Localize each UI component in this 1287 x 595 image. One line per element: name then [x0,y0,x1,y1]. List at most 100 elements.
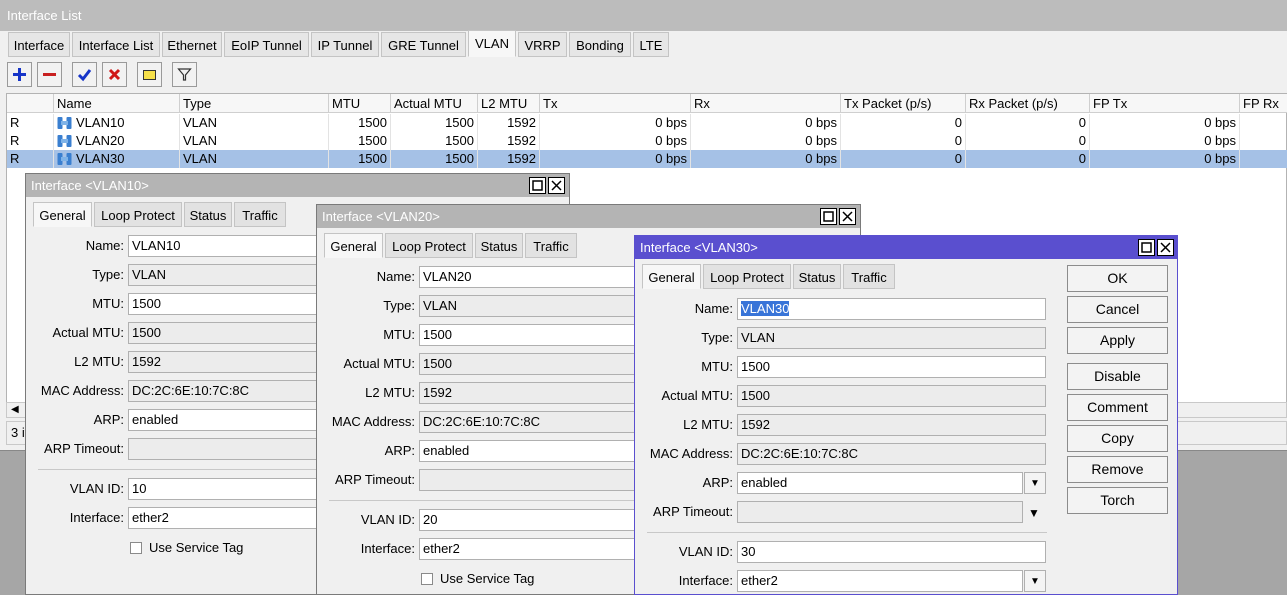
cell-rx: 0 bps [691,150,841,168]
cell-fp-tx: 0 bps [1090,150,1240,168]
dialog-tab-loop-protect[interactable]: Loop Protect [385,233,473,258]
vlan-id-label: VLAN ID: [678,544,733,559]
dialog-tab-traffic[interactable]: Traffic [525,233,577,258]
name-field[interactable]: VLAN30 [737,298,1046,320]
interface-label: Interface: [69,510,124,525]
filter-icon [177,68,192,81]
use-service-tag-label: Use Service Tag [149,540,244,555]
column-header-mtu[interactable]: MTU [329,94,391,113]
arp-timeout-label: ARP Timeout: [44,441,124,456]
column-header-name[interactable]: Name [54,94,180,113]
maximize-icon [823,211,834,222]
dialog-title: Interface <VLAN20> [317,205,860,228]
torch-button[interactable]: Torch [1067,487,1168,514]
dialog-tab-general[interactable]: General [642,264,701,289]
dialog-tab-loop-protect[interactable]: Loop Protect [703,264,791,289]
column-header-rx-packet[interactable]: Rx Packet (p/s) [966,94,1090,113]
ok-button[interactable]: OK [1067,265,1168,292]
window-title: Interface List [0,0,1287,31]
close-button[interactable] [1157,239,1174,256]
tab-gre-tunnel[interactable]: GRE Tunnel [381,32,466,57]
use-service-tag-checkbox[interactable] [130,542,142,554]
divider [647,532,1047,533]
l2-mtu-field: 1592 [737,414,1046,436]
arp-label: ARP: [384,443,415,458]
vlan-interface-icon [57,135,72,147]
enable-icon [77,69,92,82]
close-icon [551,180,562,191]
cell-l2-mtu: 1592 [478,132,540,150]
dialog-tab-general[interactable]: General [324,233,383,258]
dialog-tab-status[interactable]: Status [475,233,523,258]
tab-bonding[interactable]: Bonding [569,32,631,57]
interface-label: Interface: [360,541,415,556]
table-row[interactable]: R VLAN10 VLAN 1500 1500 1592 0 bps 0 bps… [7,114,1287,132]
dialog-tab-traffic[interactable]: Traffic [843,264,895,289]
column-header-type[interactable]: Type [180,94,329,113]
vlan-id-field[interactable]: 30 [737,541,1046,563]
interface-label: Interface: [678,573,733,588]
table-row-selected[interactable]: R VLAN30 VLAN 1500 1500 1592 0 bps 0 bps… [7,150,1287,168]
use-service-tag-checkbox[interactable] [421,573,433,585]
dialog-tab-status[interactable]: Status [184,202,232,227]
tab-ip-tunnel[interactable]: IP Tunnel [311,32,379,57]
add-button[interactable] [7,62,32,87]
cell-tx-packet: 0 [841,114,966,132]
cell-tx: 0 bps [540,132,691,150]
cancel-button[interactable]: Cancel [1067,296,1168,323]
apply-button[interactable]: Apply [1067,327,1168,354]
column-header-l2-mtu[interactable]: L2 MTU [478,94,540,113]
column-header-rx[interactable]: Rx [691,94,841,113]
column-header-actual-mtu[interactable]: Actual MTU [391,94,478,113]
tab-lte[interactable]: LTE [633,32,669,57]
column-header-fp-tx[interactable]: FP Tx [1090,94,1240,113]
tab-vrrp[interactable]: VRRP [518,32,567,57]
tab-eoip-tunnel[interactable]: EoIP Tunnel [224,32,309,57]
cell-name-text: VLAN20 [76,133,125,148]
cell-rx: 0 bps [691,114,841,132]
tab-ethernet[interactable]: Ethernet [162,32,222,57]
cell-name-text: VLAN30 [76,151,125,166]
cell-fp-tx: 0 bps [1090,132,1240,150]
table-row[interactable]: R VLAN20 VLAN 1500 1500 1592 0 bps 0 bps… [7,132,1287,150]
column-header-tx-packet[interactable]: Tx Packet (p/s) [841,94,966,113]
scroll-left-icon[interactable]: ◀ [11,404,19,415]
disable-button[interactable] [102,62,127,87]
arp-timeout-field[interactable] [737,501,1023,523]
dialog-tab-status[interactable]: Status [793,264,841,289]
maximize-button[interactable] [1138,239,1155,256]
add-icon [13,68,26,81]
maximize-button[interactable] [820,208,837,225]
tab-interface-list[interactable]: Interface List [72,32,160,57]
remove-icon [43,73,56,76]
dialog-tab-loop-protect[interactable]: Loop Protect [94,202,182,227]
comment-button[interactable]: Comment [1067,394,1168,421]
filter-button[interactable] [172,62,197,87]
enable-button[interactable] [72,62,97,87]
arp-label: ARP: [93,412,124,427]
cell-mtu: 1500 [329,150,391,168]
mtu-field[interactable]: 1500 [737,356,1046,378]
column-header-fp-rx[interactable]: FP Rx [1240,94,1287,113]
close-button[interactable] [548,177,565,194]
tab-vlan[interactable]: VLAN [468,30,516,57]
cell-type: VLAN [180,114,329,132]
column-header-flags[interactable] [7,94,54,113]
tab-interface[interactable]: Interface [8,32,70,57]
dialog-tab-general[interactable]: General [33,202,92,227]
remove-button[interactable] [37,62,62,87]
arp-timeout-dropdown-icon[interactable]: ▼ [1028,506,1040,520]
dialog-tab-traffic[interactable]: Traffic [234,202,286,227]
column-header-tx[interactable]: Tx [540,94,691,113]
close-button[interactable] [839,208,856,225]
interface-dropdown-button[interactable]: ▼ [1024,570,1046,592]
remove-button[interactable]: Remove [1067,456,1168,483]
interface-select[interactable]: ether2 [737,570,1023,592]
cell-tx: 0 bps [540,114,691,132]
maximize-button[interactable] [529,177,546,194]
disable-button[interactable]: Disable [1067,363,1168,390]
comment-button[interactable] [137,62,162,87]
arp-dropdown-button[interactable]: ▼ [1024,472,1046,494]
copy-button[interactable]: Copy [1067,425,1168,452]
arp-select[interactable]: enabled [737,472,1023,494]
